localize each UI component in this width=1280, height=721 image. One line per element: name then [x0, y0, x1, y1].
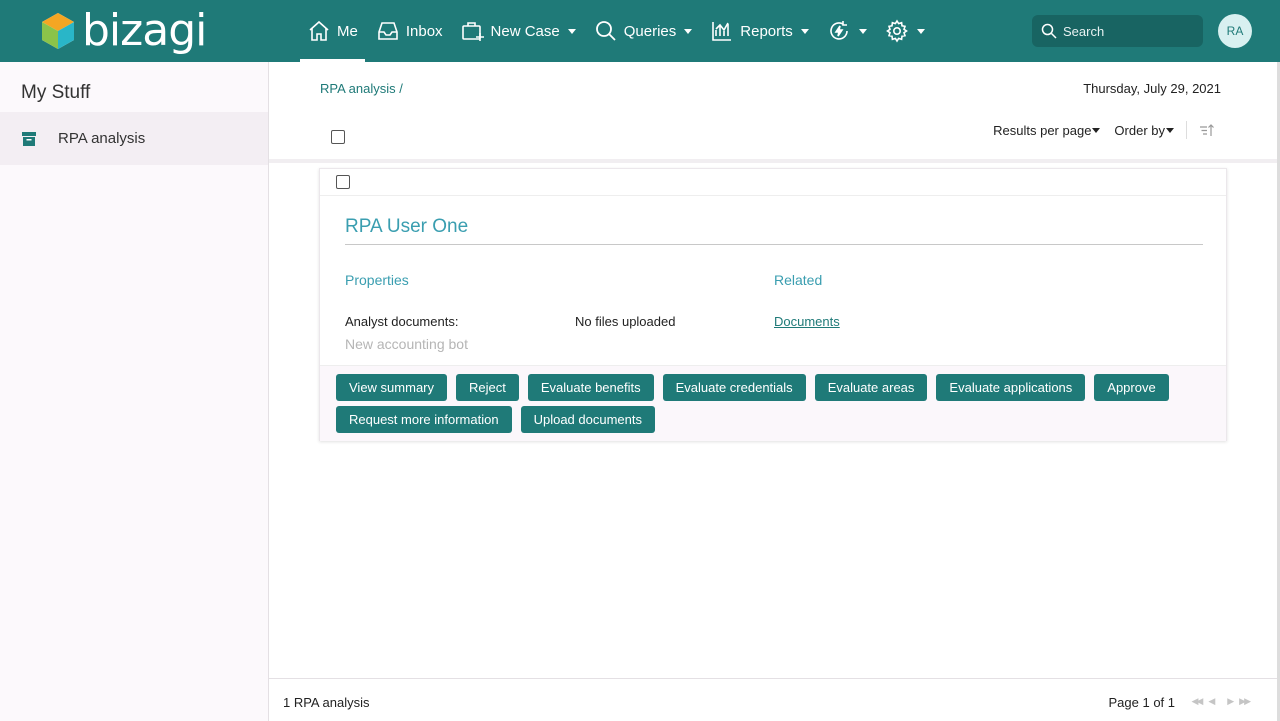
analyst-documents-label: Analyst documents:	[345, 314, 459, 329]
page-indicator: Page 1 of 1	[1108, 695, 1176, 710]
related-heading: Related	[774, 272, 823, 288]
case-actions: View summary Reject Evaluate benefits Ev…	[320, 365, 1226, 441]
search-box[interactable]	[1032, 15, 1203, 47]
gear-icon	[885, 19, 908, 43]
search-icon	[595, 21, 616, 41]
search-icon	[1041, 23, 1057, 39]
nav-inbox[interactable]: Inbox	[367, 0, 452, 62]
previous-page-icon[interactable]: ◀	[1208, 696, 1215, 707]
case-select-checkbox[interactable]	[336, 175, 350, 189]
nav-reports[interactable]: Reports	[701, 0, 818, 62]
results-toolbar: Results per page Order by	[979, 121, 1215, 139]
chevron-down-icon	[916, 28, 925, 34]
reject-button[interactable]: Reject	[456, 374, 519, 401]
chevron-down-icon	[1166, 127, 1174, 133]
header-divider	[269, 159, 1277, 163]
nav-me-label: Me	[337, 22, 358, 40]
toolbar-divider	[1186, 121, 1187, 139]
approve-button[interactable]: Approve	[1094, 374, 1169, 401]
next-page-icon[interactable]: ▶	[1227, 696, 1234, 707]
results-footer: 1 RPA analysis Page 1 of 1 ◀◀ ◀ ▶ ▶▶	[269, 678, 1277, 721]
card-header	[320, 169, 1226, 196]
order-by-dropdown[interactable]: Order by	[1114, 123, 1174, 138]
archive-icon	[22, 131, 36, 146]
evaluate-benefits-button[interactable]: Evaluate benefits	[527, 374, 654, 401]
sidebar-item-label: RPA analysis	[58, 130, 146, 147]
title-divider	[345, 244, 1203, 245]
first-page-icon[interactable]: ◀◀	[1191, 696, 1203, 707]
evaluate-applications-button[interactable]: Evaluate applications	[936, 374, 1086, 401]
case-card: RPA User One Properties Related Analyst …	[319, 168, 1227, 441]
evaluate-areas-button[interactable]: Evaluate areas	[814, 374, 928, 401]
view-summary-button[interactable]: View summary	[336, 374, 448, 401]
request-more-information-button[interactable]: Request more information	[336, 406, 512, 433]
search-input[interactable]	[1063, 23, 1193, 39]
sidebar-title: My Stuff	[21, 82, 91, 103]
sort-ascending-icon[interactable]	[1199, 122, 1215, 138]
properties-heading: Properties	[345, 272, 409, 288]
order-by-label: Order by	[1114, 122, 1165, 138]
last-page-icon[interactable]: ▶▶	[1239, 696, 1251, 707]
nav-queries-label: Queries	[623, 22, 677, 40]
top-navigation-bar: bizagi Me Inbox New Case Queries Reports	[0, 0, 1280, 62]
nav-inbox-label: Inbox	[405, 22, 443, 40]
documents-link[interactable]: Documents	[774, 314, 840, 329]
chevron-down-icon	[858, 28, 867, 34]
nav-reports-label: Reports	[740, 22, 793, 40]
nav-queries[interactable]: Queries	[585, 0, 702, 62]
bizagi-logo-icon	[42, 13, 74, 49]
nav-automation[interactable]	[818, 0, 876, 62]
nav-settings[interactable]	[876, 0, 934, 62]
avatar[interactable]: RA	[1218, 14, 1252, 48]
nav-me[interactable]: Me	[298, 0, 367, 62]
nav-new-case-label: New Case	[490, 22, 560, 40]
chevron-down-icon	[567, 28, 576, 34]
results-per-page-dropdown[interactable]: Results per page	[993, 122, 1101, 138]
analyst-documents-value: No files uploaded	[575, 314, 676, 329]
chevron-down-icon	[1092, 127, 1101, 133]
lightning-refresh-icon	[830, 21, 848, 40]
results-per-page-label: Results per page	[993, 122, 1092, 138]
main-content: RPA analysis / Thursday, July 29, 2021 R…	[269, 62, 1277, 721]
select-all-checkbox[interactable]	[331, 130, 345, 144]
current-date: Thursday, July 29, 2021	[1083, 81, 1221, 96]
main-nav: Me Inbox New Case Queries Reports	[298, 0, 934, 62]
chevron-down-icon	[800, 28, 809, 34]
case-description: New accounting bot	[345, 336, 468, 352]
home-icon	[309, 20, 329, 41]
logo-text: bizagi	[82, 5, 207, 56]
chevron-down-icon	[684, 28, 693, 34]
nav-new-case[interactable]: New Case	[452, 0, 585, 62]
new-case-icon	[461, 22, 484, 41]
sidebar-item-rpa-analysis[interactable]: RPA analysis	[0, 112, 268, 165]
reports-icon	[712, 22, 732, 41]
upload-documents-button[interactable]: Upload documents	[520, 406, 655, 433]
evaluate-credentials-button[interactable]: Evaluate credentials	[662, 374, 806, 401]
results-count: 1 RPA analysis	[283, 695, 370, 710]
pagination-controls: ◀◀ ◀ ▶ ▶▶	[1184, 696, 1251, 707]
case-title[interactable]: RPA User One	[345, 216, 468, 238]
sidebar: My Stuff RPA analysis	[0, 62, 269, 721]
breadcrumb[interactable]: RPA analysis /	[320, 81, 403, 96]
inbox-icon	[378, 22, 398, 40]
bizagi-logo[interactable]: bizagi	[40, 5, 207, 56]
